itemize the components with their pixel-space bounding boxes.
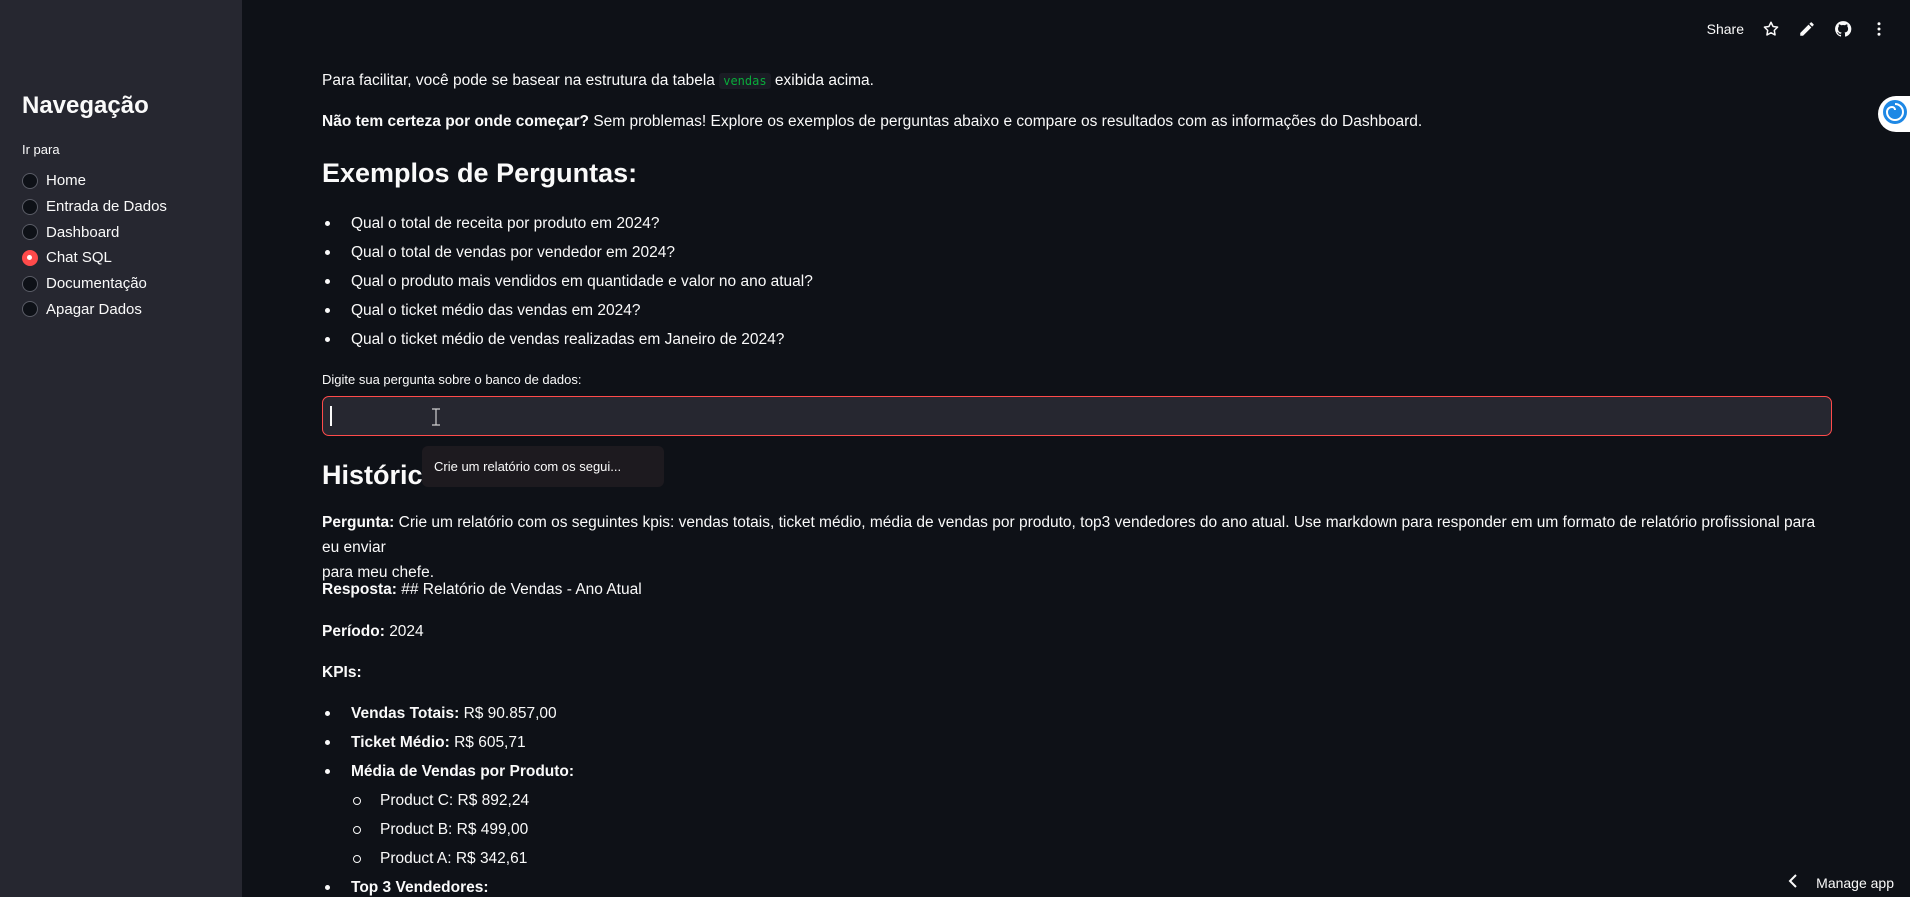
radio-item-dashboard[interactable]: Dashboard (22, 219, 167, 245)
kpi-label: Ticket Médio: (351, 734, 450, 751)
answer-line: Resposta: ## Relatório de Vendas - Ano A… (322, 577, 642, 602)
radio-item-documentacao[interactable]: Documentação (22, 271, 167, 297)
examples-list: Qual o total de receita por produto em 2… (322, 213, 813, 358)
radio-item-home[interactable]: Home (22, 168, 167, 194)
radio-button[interactable] (22, 301, 38, 318)
manage-app-button[interactable]: Manage app (1788, 874, 1894, 891)
more-vert-icon[interactable] (1870, 20, 1888, 38)
radio-item-chat-sql[interactable]: Chat SQL (22, 245, 167, 271)
pencil-icon[interactable] (1798, 20, 1816, 38)
autocomplete-suggestion[interactable]: Crie um relatório com os segui... (422, 446, 664, 487)
kpi-label: Média de Vendas por Produto: (351, 763, 575, 780)
kpi-value: R$ 90.857,00 (463, 705, 557, 722)
list-item: Qual o produto mais vendidos em quantida… (322, 271, 813, 300)
radio-item-entrada-de-dados[interactable]: Entrada de Dados (22, 194, 167, 220)
list-item: Qual o total de receita por produto em 2… (322, 213, 813, 242)
text-caret (330, 406, 332, 426)
radio-button[interactable] (22, 172, 38, 189)
kpi-list: Vendas Totais: R$ 90.857,00 Ticket Médio… (322, 703, 574, 897)
radio-label: Home (46, 172, 87, 190)
intro-text: Para facilitar, você pode se basear na e… (322, 72, 715, 89)
kpi-value: R$ 605,71 (454, 734, 526, 751)
query-input[interactable] (322, 396, 1832, 436)
question-paragraph: Pergunta: Crie um relatório com os segui… (322, 510, 1832, 585)
list-item: Product C: R$ 892,24 (322, 790, 574, 819)
chevron-left-icon (1788, 874, 1798, 891)
manage-app-label: Manage app (1816, 874, 1894, 891)
list-item: Qual o total de vendas por vendedor em 2… (322, 242, 813, 271)
list-item: Product B: R$ 499,00 (322, 819, 574, 848)
radio-label: Apagar Dados (46, 300, 142, 318)
intro-text: exibida acima. (774, 72, 874, 89)
list-item: Vendas Totais: R$ 90.857,00 (322, 703, 574, 732)
answer-text: ## Relatório de Vendas - Ano Atual (401, 581, 642, 598)
swirl-icon (1882, 99, 1908, 130)
assistant-badge[interactable] (1878, 96, 1910, 132)
examples-heading: Exemplos de Perguntas: (322, 158, 638, 188)
intro-bold: Não tem certeza por onde começar? (322, 113, 590, 130)
radio-label: Entrada de Dados (46, 198, 167, 216)
toolbar: Share (1707, 20, 1888, 38)
intro-line-1: Para facilitar, você pode se basear na e… (322, 68, 874, 94)
kpis-label: KPIs: (322, 664, 362, 681)
period-label: Período: (322, 623, 385, 640)
list-item: Ticket Médio: R$ 605,71 (322, 732, 574, 761)
sidebar: Navegação Ir para Home Entrada de Dados … (0, 0, 242, 897)
answer-label: Resposta: (322, 581, 397, 598)
top-sellers-label: Top 3 Vendedores: (351, 879, 489, 896)
list-item: Qual o ticket médio das vendas em 2024? (322, 300, 813, 329)
query-input-label: Digite sua pergunta sobre o banco de dad… (322, 372, 582, 387)
radio-button[interactable] (22, 275, 38, 292)
kpi-label: Vendas Totais: (351, 705, 460, 722)
list-item: Qual o ticket médio de vendas realizadas… (322, 329, 813, 358)
radio-button[interactable] (22, 198, 38, 215)
question-label: Pergunta: (322, 514, 395, 531)
ibeam-cursor-icon (431, 408, 441, 426)
radio-button[interactable] (22, 224, 38, 241)
radio-button-selected[interactable] (22, 249, 38, 266)
radio-label: Chat SQL (46, 249, 112, 267)
radio-group-label: Ir para (22, 142, 60, 157)
radio-label: Documentação (46, 275, 147, 293)
list-item: Média de Vendas por Produto: (322, 761, 574, 790)
share-button[interactable]: Share (1707, 21, 1744, 37)
radio-item-apagar-dados[interactable]: Apagar Dados (22, 296, 167, 322)
intro-line-2: Não tem certeza por onde começar? Sem pr… (322, 109, 1422, 134)
intro-text: Sem problemas! Explore os exemplos de pe… (593, 113, 1423, 130)
period-line: Período: 2024 (322, 619, 424, 644)
star-icon[interactable] (1762, 20, 1780, 38)
list-item: Top 3 Vendedores: (322, 877, 574, 897)
question-text: Crie um relatório com os seguintes kpis:… (322, 514, 1816, 556)
sidebar-title: Navegação (22, 92, 149, 119)
navigation-radio-group: Home Entrada de Dados Dashboard Chat SQL… (22, 168, 167, 322)
period-value: 2024 (389, 623, 424, 640)
table-name-code: vendas (719, 73, 771, 89)
radio-label: Dashboard (46, 223, 120, 241)
github-icon[interactable] (1834, 20, 1852, 38)
kpis-line: KPIs: (322, 660, 362, 685)
list-item: Product A: R$ 342,61 (322, 848, 574, 877)
query-input-wrapper (322, 396, 1832, 436)
